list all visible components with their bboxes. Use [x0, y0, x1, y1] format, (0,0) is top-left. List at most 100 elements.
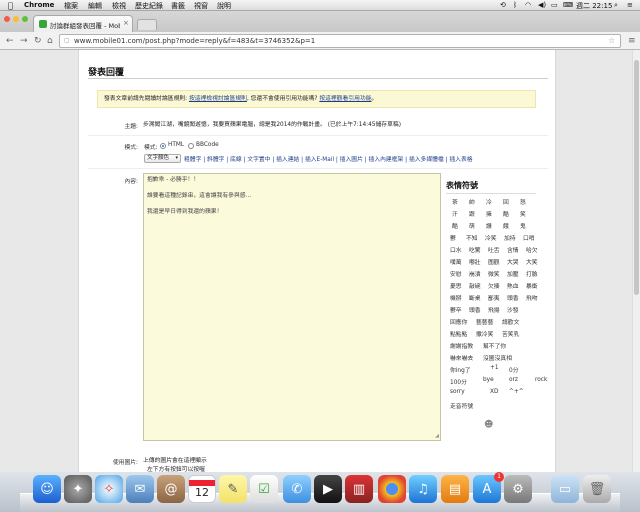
reload-icon[interactable]: ↻	[34, 35, 42, 47]
menu-help[interactable]: 說明	[217, 1, 231, 11]
menu-edit[interactable]: 編輯	[88, 1, 102, 11]
chrome-icon[interactable]	[378, 475, 406, 503]
emoticon-item[interactable]: 暴衝	[526, 281, 538, 290]
menu-app-name[interactable]: Chrome	[24, 1, 54, 9]
emoticon-item[interactable]: 頭香	[507, 293, 519, 302]
new-tab-button[interactable]	[137, 19, 157, 30]
emoticon-item[interactable]: 鬱	[450, 233, 456, 242]
rules-link[interactable]: 按這裡檢視討論區規則	[189, 96, 247, 102]
emoticon-item[interactable]: 0分	[509, 365, 519, 374]
battery-icon[interactable]: ▭	[551, 1, 558, 9]
ibooks-icon[interactable]: ▤	[441, 475, 469, 503]
emoticon-item[interactable]: 怒	[520, 197, 526, 206]
menu-window[interactable]: 視窗	[194, 1, 208, 11]
notification-icon[interactable]: ≡	[627, 1, 633, 9]
emoticon-item[interactable]: rock	[535, 377, 547, 383]
emoticon-item[interactable]: XD	[490, 389, 498, 395]
emoticon-item[interactable]: 加壓	[507, 269, 519, 278]
emoticon-item[interactable]: 安慰	[450, 269, 462, 278]
emoticon-item[interactable]: 微笑	[488, 269, 500, 278]
system-preferences-icon[interactable]: ⚙	[504, 475, 532, 503]
emoticon-item[interactable]: 100分	[450, 377, 467, 386]
emoticon-item[interactable]: 噗萬	[450, 257, 462, 266]
mail-icon[interactable]: ✉	[126, 475, 154, 503]
emoticon-item[interactable]: 冷	[486, 197, 492, 206]
scrollbar-thumb[interactable]	[634, 60, 639, 295]
bbcode-radio[interactable]	[188, 143, 194, 149]
input-method-icon[interactable]: ⌨	[563, 1, 573, 9]
app-store-icon[interactable]: A1	[473, 472, 504, 503]
emoticon-item[interactable]: 餓	[503, 221, 509, 230]
emoticon-item[interactable]: 嘟壯	[469, 257, 481, 266]
zoom-window-icon[interactable]	[22, 16, 28, 22]
emoticon-item[interactable]: 崩潰	[469, 269, 481, 278]
emoticon-item[interactable]: 打臉	[526, 269, 538, 278]
emoticon-item[interactable]: 謝謝指教	[450, 341, 473, 350]
emoticon-bear-icon[interactable]: ☻	[484, 420, 493, 430]
minimize-window-icon[interactable]	[13, 16, 19, 22]
address-bar[interactable]: ▢ www.mobile01.com/post.php?mode=reply&f…	[59, 34, 621, 48]
photo-booth-icon[interactable]: ▥	[345, 475, 373, 503]
safari-icon[interactable]: ✧	[95, 475, 123, 503]
bluetooth-icon[interactable]: ᛒ	[513, 1, 517, 9]
emoticon-item[interactable]: 苦笑乳	[502, 329, 519, 338]
emoticon-item[interactable]: 冷笑	[485, 233, 497, 242]
itunes-icon[interactable]: ♫	[409, 475, 437, 503]
menubar-clock[interactable]: 週二 22:15	[576, 1, 612, 11]
home-icon[interactable]: ⌂	[47, 35, 53, 47]
subject-value[interactable]: 步溯闖江湖，嘴鏡闖遊憶，我要買蘋果電腦，總是我2014的作戰計畫。 (已於上午7…	[143, 121, 401, 129]
emoticon-item[interactable]: 笑	[520, 209, 526, 218]
emoticon-item[interactable]: bye	[483, 377, 494, 383]
emoticon-item[interactable]: 走音符號	[450, 401, 473, 410]
emoticon-item[interactable]: 沙發	[507, 305, 519, 314]
emoticon-item[interactable]: 吐舌	[488, 245, 500, 254]
editor-toolbar-links[interactable]: 粗體字 | 斜體字 | 底線 | 文字置中 | 插入連結 | 插入E-Mail …	[184, 154, 473, 163]
chrome-menu-icon[interactable]: ≡	[628, 35, 636, 47]
notes-icon[interactable]: ✎	[219, 475, 247, 503]
emoticon-item[interactable]: 頭香	[469, 305, 481, 314]
emoticon-item[interactable]: 大笑	[526, 257, 538, 266]
tab-close-icon[interactable]: ×	[123, 19, 129, 27]
emoticon-item[interactable]: 敲碗	[469, 281, 481, 290]
emoticon-item[interactable]: 酷	[503, 209, 509, 218]
emoticon-item[interactable]: 藝藝藝	[476, 317, 493, 326]
emoticon-item[interactable]: 擁	[486, 209, 492, 218]
html-radio[interactable]	[160, 143, 166, 149]
emoticon-item[interactable]: 口哨	[523, 233, 535, 242]
emoticon-item[interactable]: 沒圖沒真相	[483, 353, 512, 362]
messages-icon[interactable]: ✆	[283, 475, 311, 503]
font-color-select[interactable]: 文字顏色 ▾	[144, 154, 181, 163]
emoticon-item[interactable]: 哈欠	[526, 245, 538, 254]
menu-file[interactable]: 檔案	[64, 1, 78, 11]
emoticon-item[interactable]: 含情	[507, 245, 519, 254]
content-textarea[interactable]: 抱歉乖 - 必勝乎！！ 誰要看這種記錄串，這會讓我有參與感... 我還是早日得到…	[143, 173, 441, 441]
emoticon-item[interactable]: 讚	[486, 221, 492, 230]
quote-help-link[interactable]: 按這裡觀看引用功能	[319, 96, 371, 102]
emoticon-item[interactable]: 撒冷笑	[476, 329, 493, 338]
apple-icon[interactable]: 	[8, 1, 13, 10]
emoticon-item[interactable]: 不知	[466, 233, 478, 242]
back-icon[interactable]: ←	[6, 35, 14, 47]
volume-icon[interactable]: ◀)	[538, 1, 546, 9]
bookmark-star-icon[interactable]: ☆	[608, 36, 615, 45]
emoticon-item[interactable]: 汗	[452, 209, 458, 218]
browser-tab-active[interactable]: 討論群組發表回覆 - Mobile ×	[33, 15, 133, 32]
emoticon-item[interactable]: 欠揍	[488, 281, 500, 290]
emoticon-item[interactable]: 鬱卒	[450, 305, 462, 314]
emoticon-item[interactable]: 斷桌	[469, 293, 481, 302]
emoticon-item[interactable]: 大哭	[507, 257, 519, 266]
emoticon-item[interactable]: 憂思	[450, 281, 462, 290]
emoticon-item[interactable]: 幫不了你	[483, 341, 506, 350]
trash-icon[interactable]: 🗑	[583, 475, 611, 503]
downloads-folder-icon[interactable]: ▭	[551, 475, 579, 503]
emoticon-item[interactable]: 酷	[452, 221, 458, 230]
emoticon-item[interactable]: 你ing了	[450, 365, 471, 374]
reminders-icon[interactable]: ☑	[250, 475, 278, 503]
emoticon-item[interactable]: 嚇來嚇去	[450, 353, 473, 362]
emoticon-item[interactable]: 鄙夷	[488, 293, 500, 302]
emoticon-item[interactable]: 帥	[469, 197, 475, 206]
emoticon-item[interactable]: 跟	[469, 209, 475, 218]
contacts-icon[interactable]: @	[157, 475, 185, 503]
emoticon-item[interactable]: 機掰	[450, 293, 462, 302]
emoticon-item[interactable]: 回應你	[450, 317, 467, 326]
